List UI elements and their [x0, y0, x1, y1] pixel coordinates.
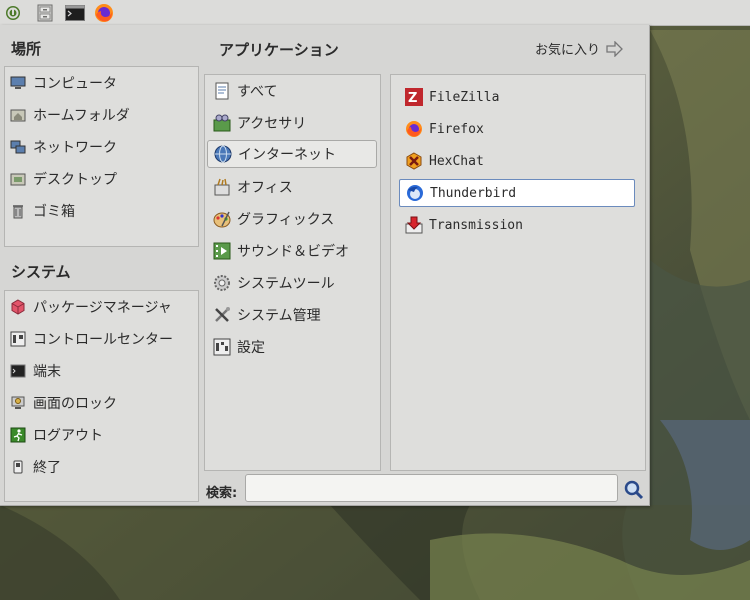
svg-text:Z: Z: [408, 91, 417, 106]
system-title: システム: [11, 263, 71, 281]
network-icon: [9, 138, 27, 156]
search-input[interactable]: [245, 474, 618, 502]
top-panel: [0, 0, 750, 26]
places-item-trash[interactable]: ゴミ箱: [9, 197, 75, 225]
file-cabinet-icon: [37, 4, 53, 22]
category-label: サウンド＆ビデオ: [237, 244, 349, 260]
places-item-network[interactable]: ネットワーク: [9, 133, 117, 161]
filezilla-icon: Z: [405, 88, 423, 106]
search-icon[interactable]: [624, 480, 644, 500]
system-item-label: 端末: [33, 364, 61, 380]
app-label: FileZilla: [429, 89, 500, 105]
category-list: すべて アクセサリ インターネット オフィス グラフィックス サウンド＆ビデオ …: [204, 74, 381, 471]
favorites-button[interactable]: お気に入り: [535, 39, 624, 58]
arrow-right-icon: [606, 40, 624, 57]
category-label: システム管理: [237, 308, 321, 324]
system-item-label: 画面のロック: [33, 396, 117, 412]
places-item-label: ネットワーク: [33, 140, 117, 156]
menu-launcher-button[interactable]: [2, 2, 24, 24]
mint-logo-icon: [6, 6, 20, 20]
sound-video-icon: [213, 242, 231, 260]
hexchat-icon: [405, 152, 423, 170]
system-item-lock-screen[interactable]: 画面のロック: [9, 389, 117, 417]
category-system-admin[interactable]: システム管理: [207, 301, 377, 329]
system-item-terminal[interactable]: 端末: [9, 357, 61, 385]
firefox-icon: [95, 4, 113, 22]
places-item-label: ホームフォルダ: [33, 108, 130, 124]
category-label: オフィス: [237, 180, 293, 196]
computer-icon: [9, 74, 27, 92]
system-item-label: ログアウト: [33, 428, 103, 444]
system-item-shutdown[interactable]: 終了: [9, 453, 61, 481]
places-list: コンピュータ ホームフォルダ ネットワーク デスクトップ ゴミ箱: [4, 66, 199, 247]
control-center-icon: [9, 330, 27, 348]
file-manager-launcher[interactable]: [34, 2, 56, 24]
places-item-label: ゴミ箱: [33, 204, 75, 220]
category-system-tools[interactable]: システムツール: [207, 269, 377, 297]
system-list: パッケージマネージャ コントロールセンター 端末 画面のロック ログアウト 終了: [4, 290, 199, 502]
category-graphics[interactable]: グラフィックス: [207, 205, 377, 233]
trash-icon: [9, 202, 27, 220]
terminal-icon: [9, 362, 27, 380]
terminal-icon: [65, 5, 85, 21]
app-label: Thunderbird: [430, 185, 517, 201]
category-label: すべて: [237, 84, 278, 100]
places-item-home[interactable]: ホームフォルダ: [9, 101, 130, 129]
places-title: 場所: [11, 40, 42, 58]
category-sound-video[interactable]: サウンド＆ビデオ: [207, 237, 377, 265]
category-all[interactable]: すべて: [207, 77, 377, 105]
thunderbird-icon: [406, 184, 424, 202]
home-folder-icon: [9, 106, 27, 124]
accessories-icon: [213, 114, 231, 132]
category-label: インターネット: [238, 147, 336, 163]
desktop-folder-icon: [9, 170, 27, 188]
app-label: HexChat: [429, 153, 484, 169]
app-filezilla[interactable]: Z FileZilla: [399, 83, 635, 111]
terminal-launcher[interactable]: [64, 2, 86, 24]
app-label: Firefox: [429, 121, 484, 137]
app-firefox[interactable]: Firefox: [399, 115, 635, 143]
system-item-label: コントロールセンター: [33, 332, 173, 348]
places-item-label: デスクトップ: [33, 172, 117, 188]
app-transmission[interactable]: Transmission: [399, 211, 635, 239]
all-applications-icon: [213, 82, 231, 100]
category-internet[interactable]: インターネット: [207, 140, 377, 168]
graphics-icon: [213, 210, 231, 228]
firefox-launcher[interactable]: [93, 2, 115, 24]
firefox-icon: [405, 120, 423, 138]
category-office[interactable]: オフィス: [207, 173, 377, 201]
search-label: 検索:: [206, 486, 238, 501]
application-list: Z FileZilla Firefox HexChat Thunderbird: [390, 74, 646, 471]
system-item-label: パッケージマネージャ: [33, 300, 172, 316]
system-item-label: 終了: [33, 460, 61, 476]
category-label: 設定: [237, 340, 265, 356]
system-admin-icon: [213, 306, 231, 324]
favorites-label: お気に入り: [535, 43, 601, 58]
app-hexchat[interactable]: HexChat: [399, 147, 635, 175]
transmission-icon: [405, 216, 423, 234]
system-tools-icon: [213, 274, 231, 292]
category-label: システムツール: [237, 276, 335, 292]
places-item-desktop[interactable]: デスクトップ: [9, 165, 117, 193]
system-item-control-center[interactable]: コントロールセンター: [9, 325, 173, 353]
settings-icon: [213, 338, 231, 356]
lock-screen-icon: [9, 394, 27, 412]
logout-icon: [9, 426, 27, 444]
internet-icon: [214, 145, 232, 163]
package-manager-icon: [9, 298, 27, 316]
category-label: アクセサリ: [237, 116, 307, 132]
places-item-computer[interactable]: コンピュータ: [9, 69, 117, 97]
category-settings[interactable]: 設定: [207, 333, 377, 361]
app-thunderbird[interactable]: Thunderbird: [399, 179, 635, 207]
office-icon: [213, 178, 231, 196]
app-label: Transmission: [429, 217, 523, 233]
system-item-package-manager[interactable]: パッケージマネージャ: [9, 293, 172, 321]
places-item-label: コンピュータ: [33, 76, 117, 92]
category-label: グラフィックス: [237, 212, 335, 228]
applications-title: アプリケーション: [219, 41, 339, 59]
shutdown-icon: [9, 458, 27, 476]
category-accessories[interactable]: アクセサリ: [207, 109, 377, 137]
application-menu: 場所 コンピュータ ホームフォルダ ネットワーク デスクトップ ゴミ箱 システム…: [0, 25, 650, 506]
system-item-logout[interactable]: ログアウト: [9, 421, 103, 449]
